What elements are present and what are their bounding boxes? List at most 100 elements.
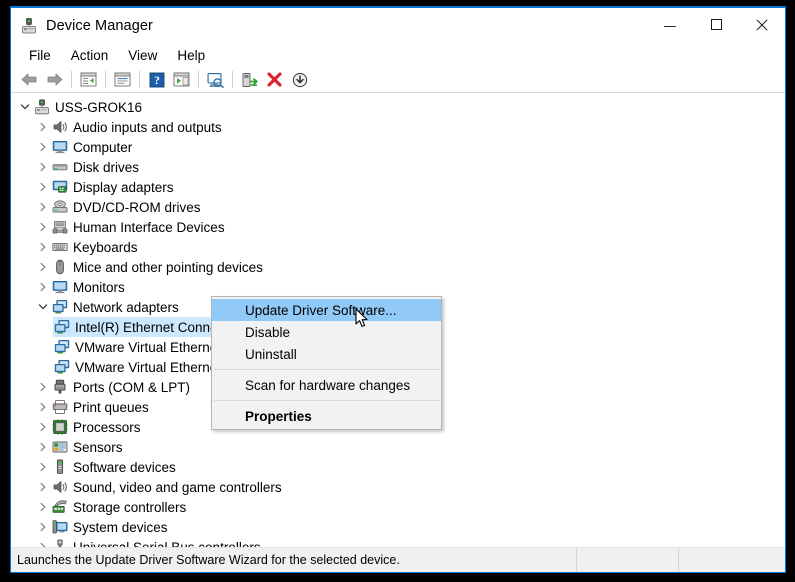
uninstall-button[interactable] [262, 69, 287, 91]
sensor-icon [51, 439, 68, 455]
tree-item-computer[interactable]: Computer [11, 137, 785, 157]
system-device-icon [51, 519, 68, 535]
disable-button[interactable] [287, 69, 312, 91]
minimize-icon: — [663, 18, 677, 34]
scan-for-hardware-changes-icon [206, 72, 225, 88]
network-adapter-icon [53, 319, 70, 335]
status-pane-message: Launches the Update Driver Software Wiza… [11, 548, 577, 572]
usb-icon [51, 539, 68, 547]
menu-file[interactable]: File [19, 46, 61, 66]
chevron-right-icon[interactable] [35, 199, 51, 215]
context-menu-item-properties[interactable]: Properties [212, 405, 441, 427]
tree-item-label: Computer [73, 139, 133, 155]
network-adapter-icon [53, 359, 70, 375]
device-manager-icon [20, 17, 38, 35]
tree-item-display-adapters[interactable]: Display adapters [11, 177, 785, 197]
tree-item-software-devices[interactable]: Software devices [11, 457, 785, 477]
optical-drive-icon [51, 199, 68, 215]
back-button[interactable] [17, 69, 42, 91]
chevron-right-icon[interactable] [35, 159, 51, 175]
hid-icon [51, 219, 68, 235]
chevron-right-icon[interactable] [35, 219, 51, 235]
show-hide-console-tree-button[interactable] [76, 69, 101, 91]
toolbar-separator-3 [139, 71, 140, 88]
status-pane-tertiary [679, 548, 785, 572]
menu-action[interactable]: Action [61, 46, 119, 66]
tree-item-system-devices[interactable]: System devices [11, 517, 785, 537]
tree-item-sound-video-and-game-controllers[interactable]: Sound, video and game controllers [11, 477, 785, 497]
toolbar-separator-2 [105, 71, 106, 88]
context-menu-item-update-driver-software[interactable]: Update Driver Software... [212, 299, 441, 321]
computer-root-icon [33, 99, 50, 115]
tree-item-label: Sensors [73, 439, 123, 455]
close-button[interactable] [739, 8, 785, 44]
chevron-right-icon[interactable] [35, 379, 51, 395]
chevron-right-icon[interactable] [35, 419, 51, 435]
tree-item-keyboards[interactable]: Keyboards [11, 237, 785, 257]
tree-item-label: Processors [73, 419, 141, 435]
scan-for-hardware-changes-button[interactable] [203, 69, 228, 91]
chevron-right-icon[interactable] [35, 479, 51, 495]
chevron-right-icon[interactable] [35, 459, 51, 475]
chevron-right-icon[interactable] [35, 139, 51, 155]
show-hide-action-pane-icon [173, 72, 190, 87]
tree-item-uss-grok16[interactable]: USS-GROK16 [11, 97, 785, 117]
forward-button[interactable] [42, 69, 67, 91]
context-menu-item-disable[interactable]: Disable [212, 321, 441, 343]
tree-item-monitors[interactable]: Monitors [11, 277, 785, 297]
chevron-down-icon[interactable] [35, 299, 51, 315]
printer-icon [51, 399, 68, 415]
tree-item-label: Universal Serial Bus controllers [73, 539, 261, 548]
tree-item-disk-drives[interactable]: Disk drives [11, 157, 785, 177]
tree-item-universal-serial-bus-controllers[interactable]: Universal Serial Bus controllers [11, 537, 785, 547]
show-hide-action-pane-button[interactable] [169, 69, 194, 91]
properties-icon [114, 72, 131, 87]
toolbar: ? [11, 67, 785, 93]
menu-help[interactable]: Help [167, 46, 215, 66]
chevron-down-icon[interactable] [17, 99, 33, 115]
context-menu[interactable]: Update Driver Software... Disable Uninst… [211, 296, 442, 430]
context-menu-item-uninstall[interactable]: Uninstall [212, 343, 441, 365]
properties-button[interactable] [110, 69, 135, 91]
tree-item-label: Ports (COM & LPT) [73, 379, 191, 395]
chevron-right-icon[interactable] [35, 279, 51, 295]
tree-item-label: Software devices [73, 459, 176, 475]
monitor-icon [51, 279, 68, 295]
tree-item-label: Storage controllers [73, 499, 187, 515]
tree-item-dvd-cd-rom-drives[interactable]: DVD/CD-ROM drives [11, 197, 785, 217]
chevron-right-icon[interactable] [35, 439, 51, 455]
context-menu-separator-1 [214, 369, 439, 370]
tree-item-label: Print queues [73, 399, 149, 415]
mouse-icon [51, 259, 68, 275]
chevron-right-icon[interactable] [35, 499, 51, 515]
tree-item-audio-inputs-and-outputs[interactable]: Audio inputs and outputs [11, 117, 785, 137]
device-manager-window: Device Manager — File Action View Help ?… [10, 6, 786, 573]
chevron-right-icon[interactable] [35, 519, 51, 535]
update-driver-software-icon [241, 72, 258, 88]
chevron-right-icon[interactable] [35, 119, 51, 135]
monitor-icon [51, 139, 68, 155]
tree-item-sensors[interactable]: Sensors [11, 437, 785, 457]
context-menu-item-scan-for-hardware-changes[interactable]: Scan for hardware changes [212, 374, 441, 396]
tree-item-label: USS-GROK16 [55, 99, 143, 115]
help-button[interactable]: ? [144, 69, 169, 91]
menu-view[interactable]: View [118, 46, 167, 66]
tree-item-human-interface-devices[interactable]: Human Interface Devices [11, 217, 785, 237]
chevron-right-icon[interactable] [35, 239, 51, 255]
chevron-right-icon[interactable] [35, 399, 51, 415]
disk-drive-icon [51, 159, 68, 175]
maximize-button[interactable] [693, 8, 739, 44]
tree-item-label: DVD/CD-ROM drives [73, 199, 201, 215]
chevron-right-icon[interactable] [35, 259, 51, 275]
port-icon [51, 379, 68, 395]
screen: Device Manager — File Action View Help ?… [0, 0, 795, 582]
update-driver-software-button[interactable] [237, 69, 262, 91]
tree-item-label: Disk drives [73, 159, 140, 175]
minimize-button[interactable]: — [647, 8, 693, 44]
tree-item-mice-and-other-pointing-devices[interactable]: Mice and other pointing devices [11, 257, 785, 277]
tree-item-storage-controllers[interactable]: Storage controllers [11, 497, 785, 517]
chevron-right-icon[interactable] [35, 179, 51, 195]
tree-item-label: Display adapters [73, 179, 174, 195]
uninstall-icon [267, 72, 282, 87]
chevron-right-icon[interactable] [35, 539, 51, 547]
